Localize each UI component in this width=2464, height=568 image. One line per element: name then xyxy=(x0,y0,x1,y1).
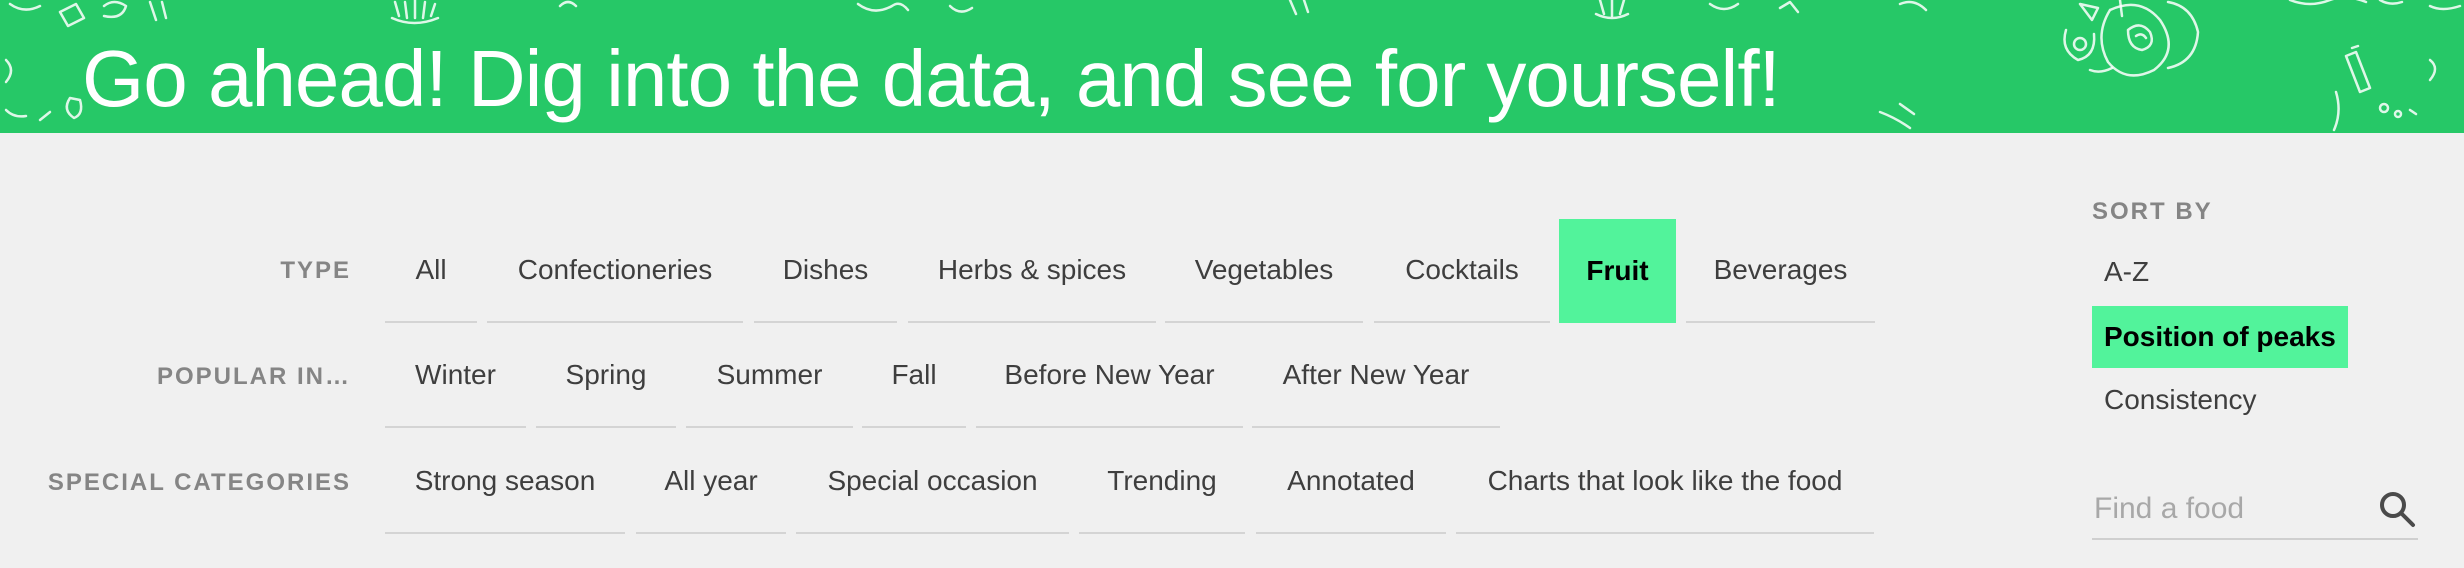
filter-popular-fall[interactable]: Fall xyxy=(862,324,966,428)
sort-option-consistency[interactable]: Consistency xyxy=(2092,369,2269,431)
filter-label-special: SPECIAL CATEGORIES xyxy=(47,469,351,496)
filter-type-vegetables[interactable]: Vegetables xyxy=(1165,219,1363,323)
filter-special-special-occasion[interactable]: Special occasion xyxy=(796,430,1069,534)
filter-popular-summer[interactable]: Summer xyxy=(686,324,853,428)
search-input[interactable] xyxy=(2092,486,2366,532)
filter-popular-before-new-year[interactable]: Before New Year xyxy=(976,324,1243,428)
header-banner: Go ahead! Dig into the data, and see for… xyxy=(0,0,2464,133)
banner-title: Go ahead! Dig into the data, and see for… xyxy=(82,34,1781,123)
filter-special-charts-look-like-food[interactable]: Charts that look like the food xyxy=(1456,430,1874,534)
filter-special-strong-season[interactable]: Strong season xyxy=(385,430,625,534)
filter-type-herbs-spices[interactable]: Herbs & spices xyxy=(908,219,1156,323)
filter-type-all[interactable]: All xyxy=(385,219,477,323)
filter-type-cocktails[interactable]: Cocktails xyxy=(1374,219,1550,323)
filter-type-beverages[interactable]: Beverages xyxy=(1686,219,1875,323)
filter-label-type: TYPE xyxy=(280,257,351,284)
sort-by-heading: SORT BY xyxy=(2092,198,2213,225)
filter-label-popular: POPULAR IN… xyxy=(156,363,351,390)
sort-option-position-of-peaks[interactable]: Position of peaks xyxy=(2092,306,2348,368)
filter-special-all-year[interactable]: All year xyxy=(636,430,786,534)
filter-type-confectioneries[interactable]: Confectioneries xyxy=(487,219,743,323)
filter-special-trending[interactable]: Trending xyxy=(1079,430,1245,534)
filter-popular-after-new-year[interactable]: After New Year xyxy=(1252,324,1500,428)
filter-special-annotated[interactable]: Annotated xyxy=(1256,430,1446,534)
filter-popular-spring[interactable]: Spring xyxy=(536,324,676,428)
search-icon[interactable] xyxy=(2378,490,2416,533)
filter-popular-winter[interactable]: Winter xyxy=(385,324,526,428)
sort-option-a-z[interactable]: A-Z xyxy=(2092,241,2161,303)
filter-type-fruit[interactable]: Fruit xyxy=(1559,219,1676,323)
food-search xyxy=(2092,480,2418,540)
filter-type-dishes[interactable]: Dishes xyxy=(754,219,897,323)
